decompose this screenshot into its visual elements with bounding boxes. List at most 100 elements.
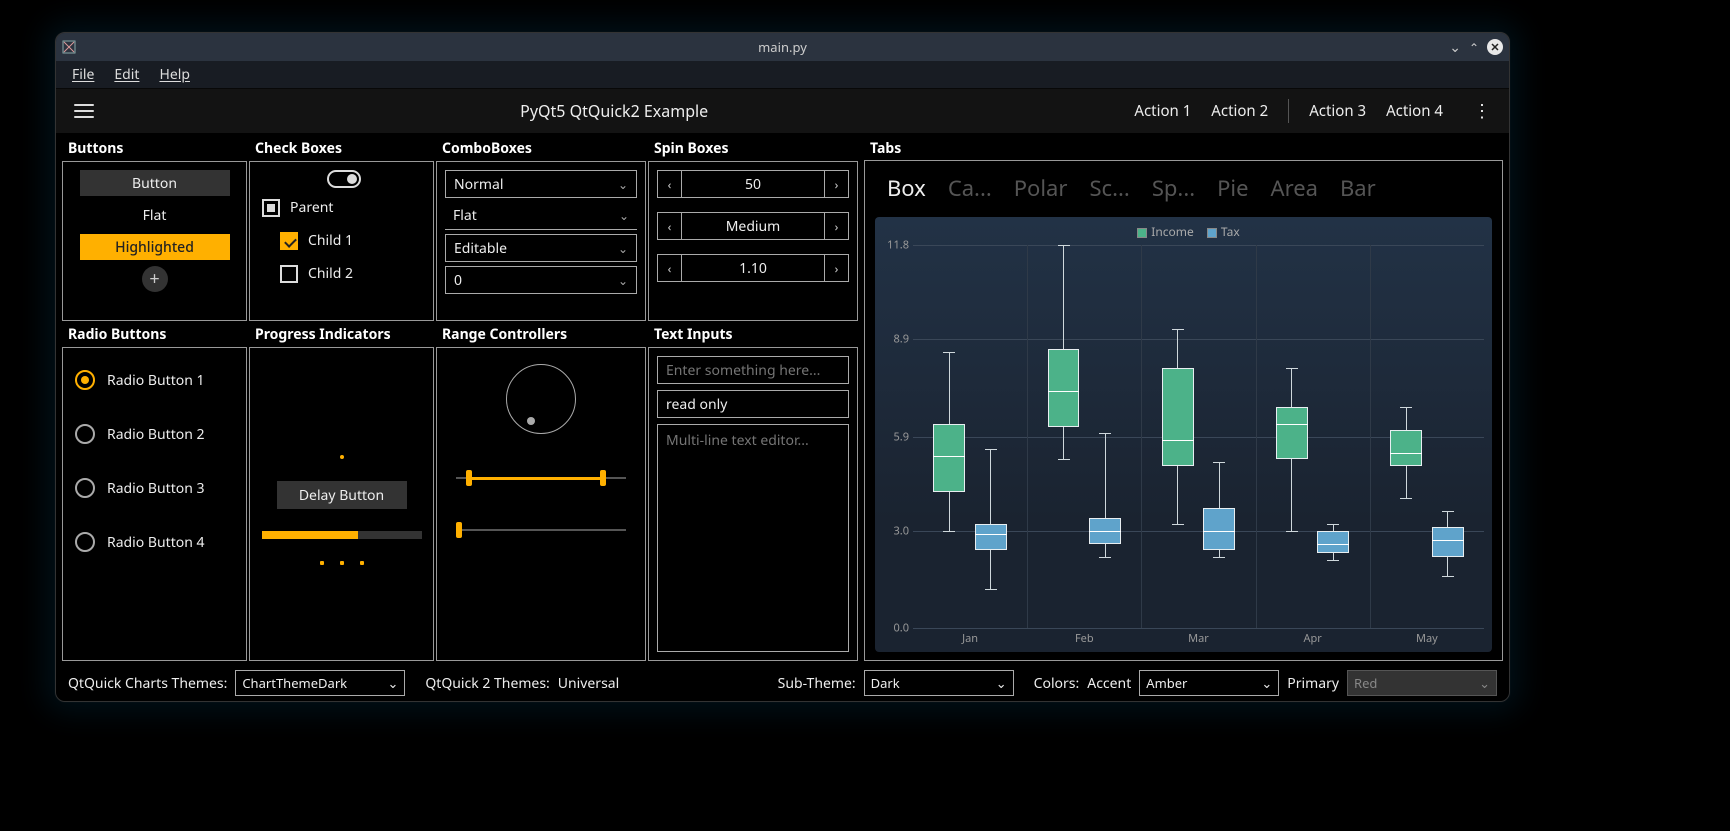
combo-flat[interactable]: Flat⌄ — [445, 202, 637, 230]
chevron-down-icon: ⌄ — [1479, 674, 1490, 692]
tab-pie[interactable]: Pie — [1217, 173, 1248, 203]
spin-int[interactable]: ‹50› — [657, 170, 849, 198]
radio-3[interactable]: Radio Button 3 — [71, 464, 209, 512]
app-icon — [62, 40, 76, 54]
box-whisker — [1048, 349, 1080, 427]
spin-up-icon[interactable]: › — [824, 213, 848, 239]
tab-scatter[interactable]: Sc... — [1089, 173, 1129, 203]
tab-box[interactable]: Box — [887, 173, 926, 203]
section-header-range: Range Controllers — [436, 323, 646, 345]
spin-up-icon[interactable]: › — [824, 255, 848, 281]
maximize-button[interactable]: ⌃ — [1469, 39, 1479, 56]
progress-panel: Delay Button — [249, 347, 434, 661]
checkbox-child2-box — [280, 265, 298, 283]
button-highlighted[interactable]: Highlighted — [80, 234, 230, 260]
tabs-panel: Box Ca... Polar Sc... Sp... Pie Area Bar… — [864, 160, 1503, 661]
tab-polar[interactable]: Polar — [1014, 173, 1068, 203]
toolbar-separator — [1288, 99, 1289, 123]
text-readonly — [657, 390, 849, 418]
legend-swatch-income — [1137, 228, 1147, 238]
progress-bar — [262, 531, 422, 539]
combo-number[interactable]: 0⌄ — [445, 266, 637, 294]
spinboxes-panel: ‹50› ‹Medium› ‹1.10› — [648, 161, 858, 321]
radio-2[interactable]: Radio Button 2 — [71, 410, 209, 458]
checkbox-parent-box — [262, 199, 280, 217]
section-header-radiobuttons: Radio Buttons — [62, 323, 247, 345]
combo-normal[interactable]: Normal⌄ — [445, 170, 637, 198]
chevron-down-icon: ⌄ — [1261, 674, 1272, 692]
x-tick: Jan — [962, 631, 978, 646]
tab-bar[interactable]: Bar — [1340, 173, 1376, 203]
radio-1-indicator — [75, 370, 95, 390]
action-3[interactable]: Action 3 — [1309, 101, 1366, 121]
spin-down-icon[interactable]: ‹ — [658, 255, 682, 281]
spin-up-icon[interactable]: › — [824, 171, 848, 197]
text-input[interactable] — [657, 356, 849, 384]
checkbox-child2[interactable]: Child 2 — [262, 260, 353, 287]
spin-down-icon[interactable]: ‹ — [658, 171, 682, 197]
box-whisker — [1317, 531, 1349, 554]
toolbar: PyQt5 QtQuick2 Example Action 1 Action 2… — [56, 89, 1509, 133]
window-title: main.py — [56, 38, 1509, 56]
text-multiline[interactable] — [657, 424, 849, 652]
chart-legend: Income Tax — [875, 223, 1492, 240]
spin-float[interactable]: ‹1.10› — [657, 254, 849, 282]
comboboxes-panel: Normal⌄ Flat⌄ Editable⌄ 0⌄ — [436, 161, 646, 321]
button-round-add[interactable]: + — [142, 266, 168, 292]
tab-candlestick[interactable]: Ca... — [948, 173, 992, 203]
y-tick: 0.0 — [881, 621, 909, 636]
combo-subtheme[interactable]: Dark⌄ — [864, 670, 1014, 696]
combo-accent[interactable]: Amber⌄ — [1139, 670, 1279, 696]
radio-1[interactable]: Radio Button 1 — [71, 356, 209, 404]
label-qtquick2-themes: QtQuick 2 Themes: — [425, 674, 549, 693]
checkbox-child1[interactable]: Child 1 — [262, 227, 353, 254]
action-2[interactable]: Action 2 — [1211, 101, 1268, 121]
dial[interactable] — [506, 364, 576, 434]
chevron-down-icon: ⌄ — [618, 176, 628, 193]
minimize-button[interactable]: ⌄ — [1449, 38, 1461, 57]
checkbox-parent-label: Parent — [290, 198, 333, 217]
x-tick: Mar — [1188, 631, 1209, 646]
application-window: main.py ⌄ ⌃ ✕ File Edit Help PyQt5 QtQui… — [55, 32, 1510, 702]
close-button[interactable]: ✕ — [1487, 39, 1503, 55]
buttons-panel: Button Flat Highlighted + — [62, 161, 247, 321]
radiobuttons-panel: Radio Button 1 Radio Button 2 Radio Butt… — [62, 347, 247, 661]
content-area: Buttons Check Boxes ComboBoxes Spin Boxe… — [56, 133, 1509, 665]
radio-4[interactable]: Radio Button 4 — [71, 518, 209, 566]
y-tick: 8.9 — [881, 332, 909, 347]
combo-editable[interactable]: Editable⌄ — [445, 234, 637, 262]
switch-toggle[interactable] — [327, 170, 361, 188]
menu-edit[interactable]: Edit — [114, 65, 139, 84]
delay-button[interactable]: Delay Button — [277, 481, 407, 509]
tab-area[interactable]: Area — [1271, 173, 1318, 203]
checkbox-parent[interactable]: Parent — [262, 194, 333, 221]
legend-swatch-tax — [1207, 228, 1217, 238]
chevron-down-icon: ⌄ — [619, 207, 629, 224]
box-whisker — [975, 524, 1007, 550]
hamburger-icon[interactable] — [74, 104, 94, 118]
section-header-comboboxes: ComboBoxes — [436, 137, 646, 159]
action-4[interactable]: Action 4 — [1386, 101, 1443, 121]
menu-help[interactable]: Help — [159, 65, 190, 84]
section-header-progress: Progress Indicators — [249, 323, 434, 345]
slider[interactable] — [456, 522, 626, 538]
overflow-menu-icon[interactable]: ⋮ — [1463, 102, 1491, 120]
button-flat[interactable]: Flat — [80, 202, 230, 228]
x-tick: May — [1416, 631, 1438, 646]
radio-3-indicator — [75, 478, 95, 498]
tab-spline[interactable]: Sp... — [1152, 173, 1195, 203]
x-tick: Feb — [1075, 631, 1094, 646]
spin-down-icon[interactable]: ‹ — [658, 213, 682, 239]
action-1[interactable]: Action 1 — [1134, 101, 1191, 121]
box-whisker — [1276, 407, 1308, 459]
range-slider[interactable] — [456, 470, 626, 486]
button-normal[interactable]: Button — [80, 170, 230, 196]
y-tick: 11.8 — [881, 238, 909, 253]
range-panel — [436, 347, 646, 661]
spin-enum[interactable]: ‹Medium› — [657, 212, 849, 240]
box-whisker — [933, 424, 965, 492]
menu-file[interactable]: File — [72, 65, 94, 84]
checkbox-child1-label: Child 1 — [308, 231, 353, 250]
combo-charts-theme[interactable]: ChartThemeDark⌄ — [235, 670, 405, 696]
box-whisker — [1390, 430, 1422, 466]
